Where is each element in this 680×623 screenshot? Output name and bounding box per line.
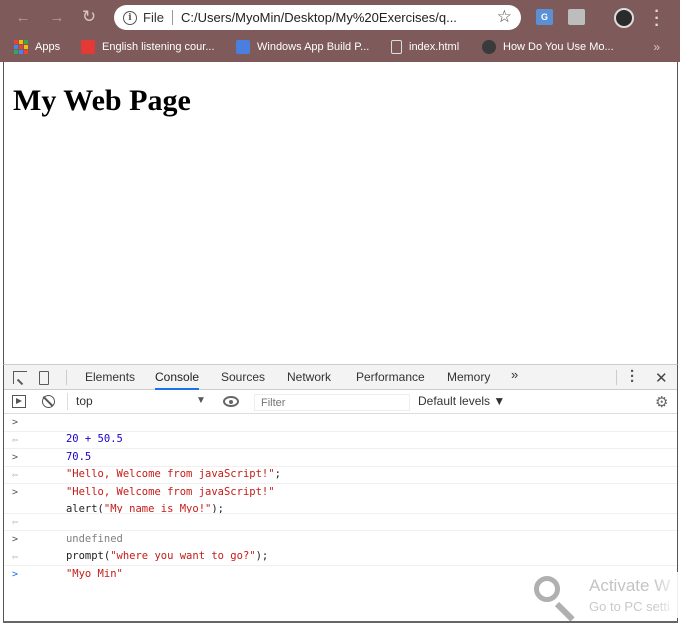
bookmark-index-html[interactable]: index.html (391, 40, 459, 54)
console-toolbar: top ▼ Default levels ▼ ⚙ (4, 390, 677, 414)
web-page-viewport: My Web Page (3, 62, 678, 364)
address-bar[interactable]: i File C:/Users/MyoMin/Desktop/My%20Exer… (114, 5, 521, 30)
scheme-label: File (143, 10, 164, 25)
bookmark-label: How Do You Use Mo... (503, 41, 614, 53)
context-value: top (76, 394, 93, 408)
input-chevron-icon: > (12, 452, 19, 463)
show-sidebar-icon[interactable] (12, 395, 26, 408)
forward-arrow-icon[interactable]: → (46, 6, 68, 28)
browser-menu-icon[interactable]: · · · (652, 4, 662, 34)
bookmark-windows-app-build[interactable]: Windows App Build P... (236, 40, 369, 54)
console-result-line: ⇦ "Hello, Welcome from javaScript!" (4, 467, 677, 498)
key-icon (534, 576, 560, 602)
result-arrow-icon: ⇦ (12, 551, 19, 563)
live-expression-eye-icon[interactable] (223, 396, 239, 407)
console-result-line: ⇦ "Myo Min" (4, 549, 677, 580)
page-heading: My Web Page (13, 84, 191, 117)
bookmarks-bar: Apps English listening cour... Windows A… (0, 34, 680, 62)
console-input-line: > alert("My name is Myo!"); (4, 484, 677, 515)
bookmark-how-do-you-use[interactable]: How Do You Use Mo... (482, 40, 614, 54)
dropdown-arrow-icon[interactable]: ▼ (196, 395, 206, 406)
more-tabs-icon[interactable]: » (511, 367, 518, 382)
browser-toolbar: ← → ↻ i File C:/Users/MyoMin/Desktop/My%… (0, 0, 680, 34)
address-divider (171, 10, 173, 25)
input-chevron-icon: > (12, 487, 19, 498)
inspect-element-icon[interactable] (13, 371, 27, 384)
console-output[interactable]: >20 + 50.5 ⇦ 70.5 > "Hello, Welcome from j… (4, 414, 677, 584)
devtools-tabbar: Elements Console Sources Network Perform… (4, 364, 677, 390)
reload-icon[interactable]: ↻ (78, 6, 100, 28)
bookmark-star-icon[interactable]: ☆ (497, 7, 512, 27)
bookmark-label: Apps (35, 41, 61, 53)
watermark-fade (654, 572, 680, 618)
console-result-line: ⇦ undefined (4, 514, 677, 545)
back-arrow-icon[interactable]: ← (12, 6, 34, 28)
console-input-line: > "Hello, Welcome from javaScript!"; (4, 449, 677, 480)
console-filter-input[interactable] (254, 394, 410, 411)
bookmark-label: Windows App Build P... (257, 41, 370, 53)
translate-extension-icon[interactable]: G (536, 9, 553, 25)
bookmark-apps[interactable]: Apps (14, 40, 60, 54)
console-result-line: ⇦ 70.5 (4, 432, 677, 463)
extension-icon[interactable] (568, 9, 585, 25)
tab-divider (66, 370, 67, 385)
prompt-chevron-icon: > (12, 569, 19, 580)
input-chevron-icon: > (12, 417, 19, 428)
tab-sources[interactable]: Sources (221, 365, 265, 390)
tab-elements[interactable]: Elements (85, 365, 135, 390)
bookmarks-overflow-icon[interactable]: » (653, 40, 660, 54)
tab-network[interactable]: Network (287, 365, 331, 390)
tab-memory[interactable]: Memory (447, 365, 490, 390)
url-text[interactable]: C:/Users/MyoMin/Desktop/My%20Exercises/q… (181, 10, 479, 25)
result-arrow-icon: ⇦ (12, 469, 19, 481)
tab-performance[interactable]: Performance (356, 365, 425, 390)
activation-watermark: Activate W Go to PC setti (534, 572, 680, 618)
info-icon[interactable]: i (123, 10, 137, 25)
devtools-menu-icon[interactable]: · · · (630, 364, 635, 389)
device-toolbar-icon[interactable] (39, 371, 49, 385)
bookmark-label: index.html (409, 41, 460, 53)
close-devtools-icon[interactable]: ✕ (655, 369, 668, 387)
apps-grid-icon (14, 40, 28, 54)
document-favicon-icon (236, 40, 250, 54)
tab-console[interactable]: Console (155, 365, 200, 390)
context-selector[interactable]: top (67, 393, 210, 410)
input-chevron-icon: > (12, 534, 19, 545)
bookmark-label: English listening cour... (102, 41, 215, 53)
bookmark-english-listening[interactable]: English listening cour... (81, 40, 215, 54)
site-favicon-icon (81, 40, 95, 54)
tab-divider (616, 370, 617, 385)
clear-console-icon[interactable] (42, 395, 55, 408)
site-favicon-icon (482, 40, 496, 54)
result-arrow-icon: ⇦ (12, 516, 19, 528)
console-input-line: >20 + 50.5 (4, 414, 677, 445)
result-arrow-icon: ⇦ (12, 434, 19, 446)
console-input-line: > prompt("where you want to go?"); (4, 531, 677, 562)
log-levels-dropdown[interactable]: Default levels ▼ (418, 394, 505, 408)
console-spacer (4, 502, 677, 514)
profile-avatar[interactable] (614, 8, 634, 28)
console-settings-gear-icon[interactable]: ⚙ (655, 393, 668, 411)
file-icon (391, 40, 402, 54)
